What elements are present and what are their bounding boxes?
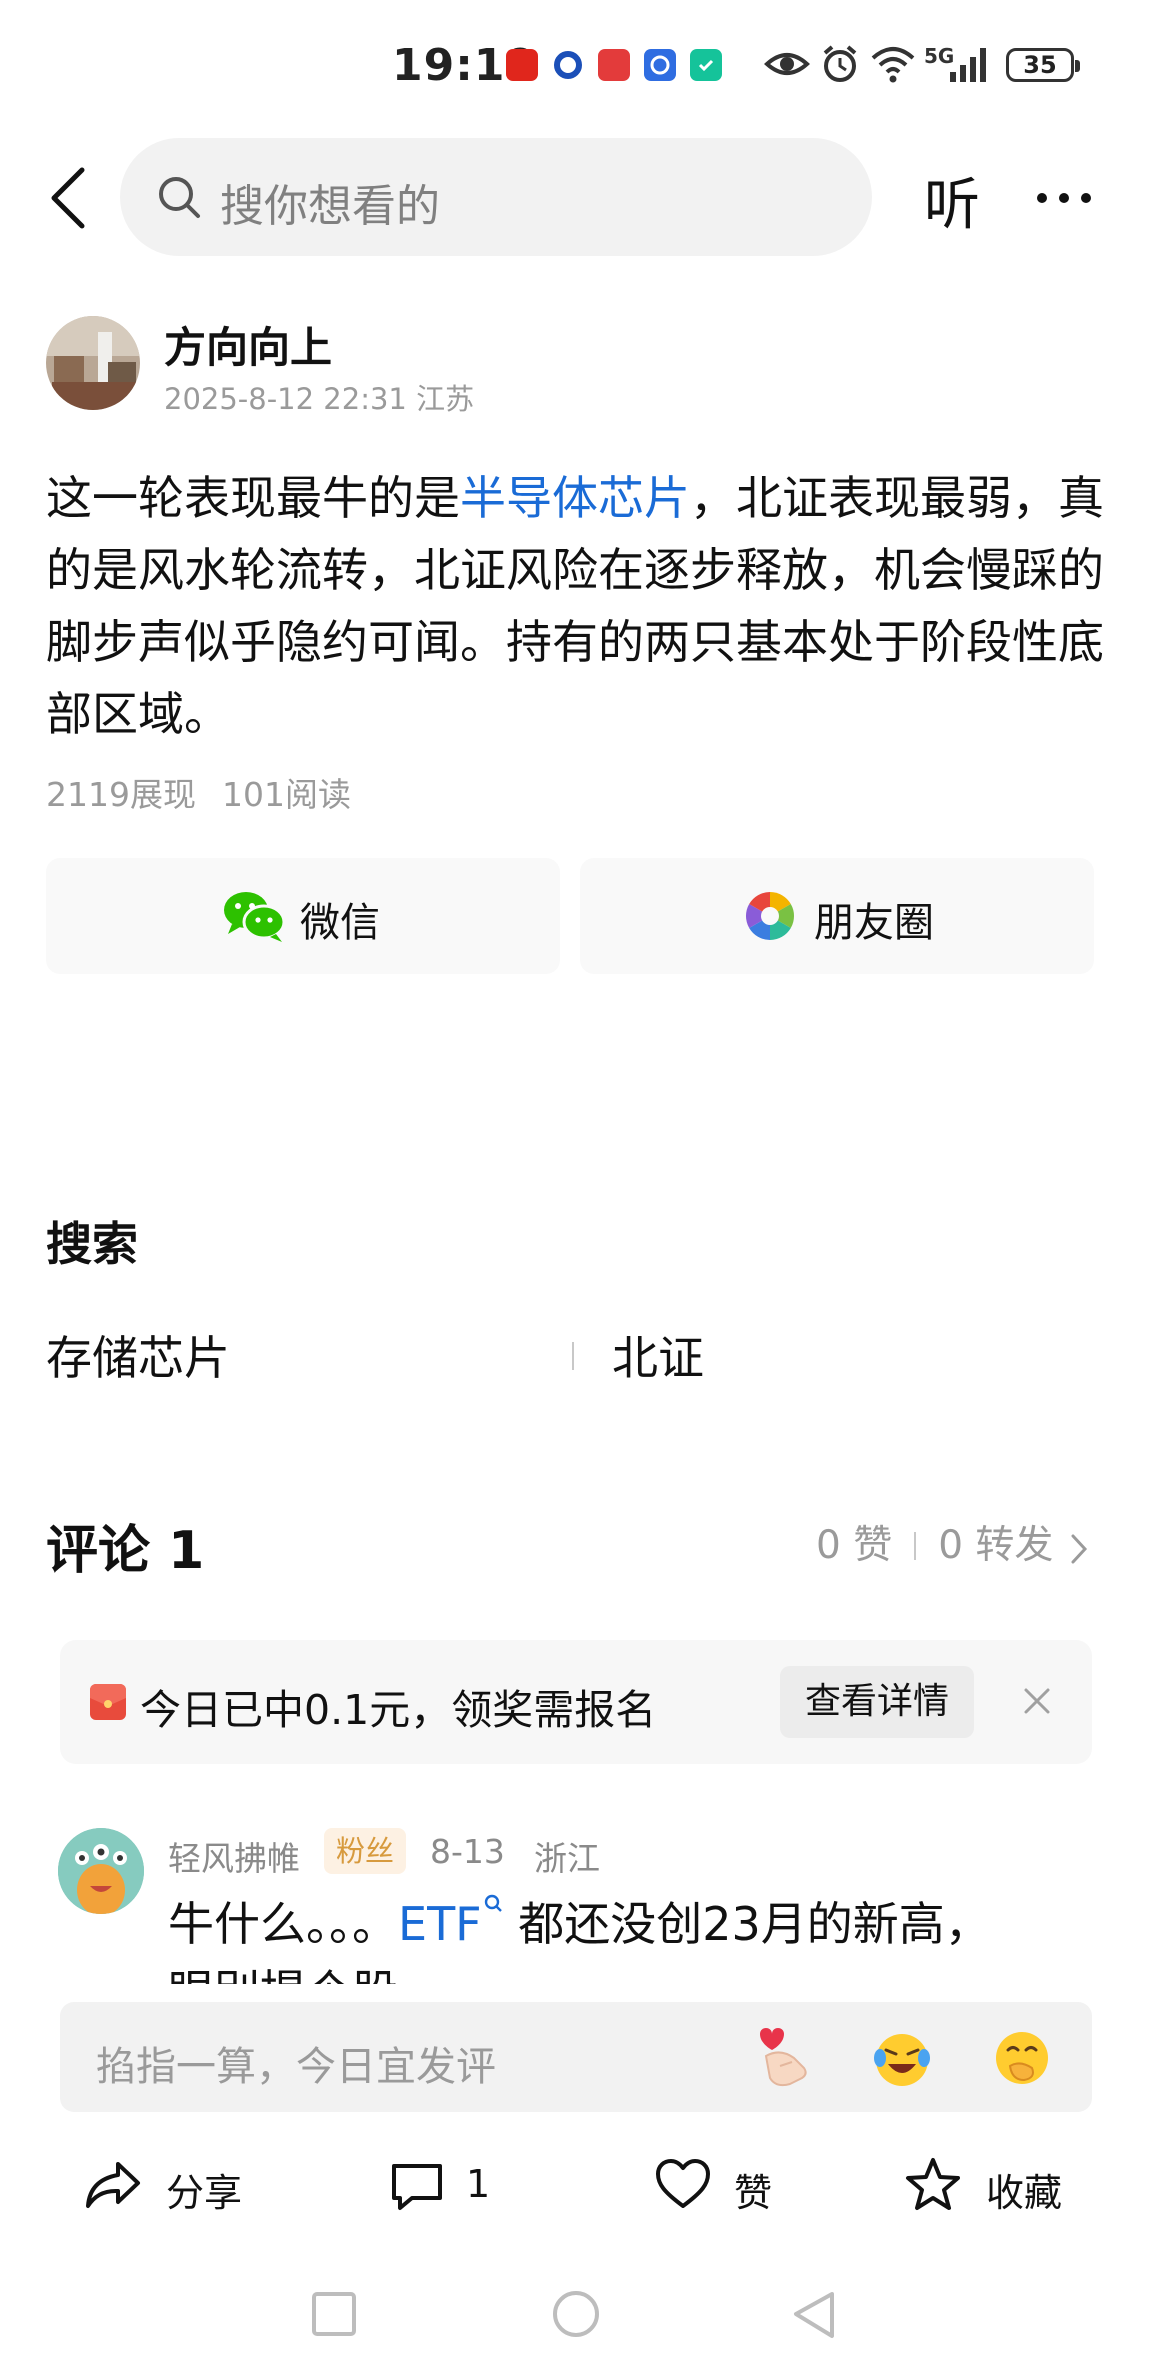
post-stats: 2119展现 101阅读 — [46, 768, 351, 816]
finger-heart-emoji-icon[interactable] — [750, 2026, 814, 2090]
share-icon — [86, 2162, 140, 2208]
eye-icon — [764, 53, 810, 75]
favorite-action[interactable]: 收藏 — [904, 2152, 1074, 2222]
stock-app-icon — [506, 49, 538, 81]
recent-apps-button[interactable] — [310, 2290, 358, 2338]
back-nav-button[interactable] — [790, 2290, 838, 2342]
comments-stats[interactable]: 0 赞 0 转发 — [816, 1514, 1053, 1570]
search-placeholder: 搜你想看的 — [220, 181, 440, 232]
comment-text-before: 牛什么。。。 — [168, 1897, 398, 1951]
blue-app-icon — [644, 49, 676, 81]
search-tag[interactable]: 北证 — [612, 1322, 704, 1388]
close-icon[interactable] — [1022, 1686, 1052, 1716]
laughing-emoji-icon[interactable] — [870, 2026, 934, 2090]
wechat-icon — [224, 892, 286, 942]
wifi-icon — [871, 47, 915, 83]
share-moments-button[interactable]: 朋友圈 — [580, 858, 1094, 974]
etf-link-text: ETF — [398, 1897, 482, 1951]
giggle-emoji-icon[interactable] — [990, 2026, 1054, 2090]
moments-icon — [745, 892, 795, 940]
comment-date: 8-13 — [430, 1832, 505, 1871]
red-envelope-icon — [90, 1684, 126, 1720]
author-name[interactable]: 方向向上 — [164, 314, 332, 375]
search-icon — [159, 177, 200, 218]
comment-text-line2: 眼别提个股 — [168, 1958, 1088, 1984]
comment-action[interactable]: 1 — [388, 2152, 508, 2222]
prize-banner: 今日已中0.1元，领奖需报名 查看详情 — [60, 1640, 1092, 1764]
star-icon — [906, 2158, 960, 2210]
like-action[interactable]: 赞 — [654, 2152, 784, 2222]
search-tag[interactable]: 存储芯片 — [46, 1322, 230, 1388]
more-icon[interactable] — [1034, 178, 1094, 218]
post-content: 这一轮表现最牛的是半导体芯片，北证表现最弱，真的是风水轮流转，北证风险在逐步释放… — [46, 462, 1106, 750]
chain-app-icon — [552, 49, 584, 81]
tag-divider — [572, 1342, 574, 1370]
share-action[interactable]: 分享 — [84, 2152, 254, 2222]
likes-count: 0 赞 — [816, 1523, 893, 1568]
share-action-label: 分享 — [166, 2171, 243, 2215]
alarm-icon — [823, 45, 857, 82]
back-icon[interactable] — [44, 164, 92, 232]
home-button[interactable] — [550, 2290, 602, 2342]
author-meta: 2025-8-12 22:31 江苏 — [164, 382, 475, 416]
reposts-count: 0 转发 — [938, 1523, 1054, 1568]
heart-icon — [656, 2159, 710, 2208]
view-details-button[interactable]: 查看详情 — [780, 1666, 974, 1738]
comment-input-placeholder: 掐指一算，今日宜发评 — [96, 2044, 496, 2090]
commenter-name[interactable]: 轻风拂帷 — [168, 1832, 300, 1880]
signal-icon — [950, 48, 986, 82]
commenter-avatar[interactable] — [58, 1828, 144, 1914]
search-input[interactable]: 搜你想看的 — [120, 138, 872, 256]
like-label: 赞 — [734, 2171, 773, 2215]
share-wechat-button[interactable]: 微信 — [46, 858, 560, 974]
search-mini-icon — [484, 1894, 502, 1912]
comment-input[interactable]: 掐指一算，今日宜发评 — [60, 2002, 1092, 2112]
etf-link[interactable]: ETF — [398, 1894, 504, 1951]
post-text-before: 这一轮表现最牛的是 — [46, 471, 460, 525]
topic-link[interactable]: 半导体芯片 — [460, 471, 690, 525]
comment-icon — [392, 2164, 442, 2210]
comment-text: 牛什么。。。ETF 都还没创23月的新高， — [168, 1890, 1088, 1958]
comment-text-after: 都还没创23月的新高， — [503, 1897, 991, 1951]
prize-text: 今日已中0.1元，领奖需报名 — [140, 1686, 657, 1734]
fan-badge: 粉丝 — [324, 1828, 406, 1874]
search-section-title: 搜索 — [46, 1217, 138, 1271]
reads-count: 101阅读 — [221, 775, 351, 814]
author-avatar[interactable] — [46, 316, 140, 410]
listen-button[interactable]: 听 — [924, 160, 980, 241]
battery-indicator: 35 — [1006, 48, 1080, 82]
stats-divider — [914, 1532, 917, 1560]
favorite-label: 收藏 — [986, 2171, 1063, 2215]
impressions-count: 2119展现 — [46, 775, 196, 814]
share-wechat-label: 微信 — [300, 900, 380, 946]
comments-title: 评论 1 — [46, 1521, 205, 1581]
shield-app-icon — [690, 49, 722, 81]
chevron-right-icon[interactable] — [1068, 1532, 1090, 1566]
status-bar: 19:19 5G 35 — [0, 0, 1152, 130]
share-moments-label: 朋友圈 — [814, 900, 934, 946]
zhang-app-icon — [598, 49, 630, 81]
comment-location: 浙江 — [534, 1839, 600, 1878]
comment-count: 1 — [466, 2162, 491, 2206]
